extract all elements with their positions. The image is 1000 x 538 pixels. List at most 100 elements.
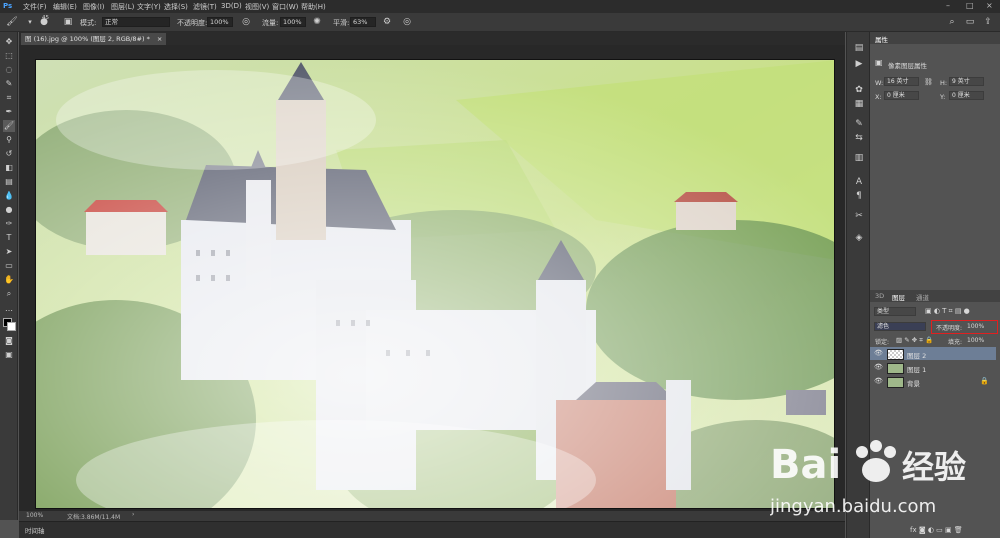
menu-3d[interactable]: 3D(D) <box>221 2 242 10</box>
blend-mode-select[interactable]: 滤色 <box>874 322 926 331</box>
document-tab[interactable]: 图 (16).jpg @ 100% (图层 2, RGB/8#) * × <box>21 33 167 45</box>
stamp-tool-icon[interactable]: ⚲ <box>3 134 15 146</box>
visibility-eye-icon[interactable]: 👁 <box>874 377 883 385</box>
smoothing-input[interactable]: 63% <box>350 17 376 27</box>
share-icon[interactable]: ⇪ <box>982 16 994 28</box>
zoom-tool-icon[interactable]: ⌕ <box>3 288 15 300</box>
tools-preset-icon[interactable]: ✂ <box>853 210 865 222</box>
crop-tool-icon[interactable]: ⌗ <box>3 92 15 104</box>
close-button[interactable]: × <box>986 1 993 10</box>
status-arrow-icon[interactable]: › <box>132 511 134 518</box>
play-icon[interactable]: ▶ <box>853 58 865 70</box>
layer-filter-select[interactable]: 类型 <box>874 307 916 316</box>
path-select-tool-icon[interactable]: ➤ <box>3 246 15 258</box>
menu-file[interactable]: 文件(F) <box>23 2 47 12</box>
history-icon[interactable]: ▤ <box>853 42 865 54</box>
gradient-tool-icon[interactable]: ▤ <box>3 176 15 188</box>
visibility-eye-icon[interactable]: 👁 <box>874 349 883 357</box>
more-tools-icon[interactable]: … <box>3 303 15 315</box>
color-icon[interactable]: ✿ <box>853 84 865 96</box>
filter-icons[interactable]: ▣ ◐ T ⌗ ▤ ● <box>925 307 970 316</box>
search-icon[interactable]: ⌕ <box>946 16 958 28</box>
menu-help[interactable]: 帮助(H) <box>301 2 326 12</box>
background-color-swatch[interactable] <box>7 322 16 331</box>
menu-window[interactable]: 窗口(W) <box>272 2 298 12</box>
x-input[interactable]: 0 厘米 <box>884 91 919 100</box>
fill-value[interactable]: 100% <box>967 337 984 344</box>
lock-label: 锁定: <box>875 339 890 346</box>
styles-icon[interactable]: ▥ <box>853 152 865 164</box>
marquee-tool-icon[interactable]: ⬚ <box>3 50 15 62</box>
flow-input[interactable]: 100% <box>280 17 306 27</box>
brush-tool-icon[interactable]: 🖌 <box>6 16 18 28</box>
menu-type[interactable]: 文字(Y) <box>137 2 161 12</box>
timeline-tab[interactable]: 时间轴 <box>25 525 45 535</box>
quick-select-tool-icon[interactable]: ✎ <box>3 78 15 90</box>
blur-tool-icon[interactable]: 💧 <box>3 190 15 202</box>
mode-label: 模式: <box>80 19 97 27</box>
tools-panel: ✥ ⬚ ◌ ✎ ⌗ ✒ 🖌 ⚲ ↺ ◧ ▤ 💧 ● ✑ T ➤ ▭ ✋ ⌕ … … <box>0 32 18 520</box>
menu-select[interactable]: 选择(S) <box>164 2 188 12</box>
document-tab-title: 图 (16).jpg @ 100% (图层 2, RGB/8#) * <box>25 35 150 43</box>
layer-row-1[interactable]: 👁 图层 1 <box>870 361 996 374</box>
pressure-size-icon[interactable]: ◎ <box>401 16 413 28</box>
lock-icons[interactable]: ▨ ✎ ✥ ⌗ 🔒 <box>896 336 933 345</box>
canvas-image[interactable] <box>35 59 835 509</box>
opacity-input[interactable]: 100% <box>207 17 233 27</box>
lasso-tool-icon[interactable]: ◌ <box>3 64 15 76</box>
hand-tool-icon[interactable]: ✋ <box>3 274 15 286</box>
layer-thumbnail <box>887 349 904 360</box>
brush-tool-icon[interactable]: 🖌 <box>3 120 15 132</box>
workspace-icon[interactable]: ▭ <box>964 16 976 28</box>
menu-image[interactable]: 图像(I) <box>83 2 105 12</box>
tab-3d[interactable]: 3D <box>875 292 884 300</box>
character-icon[interactable]: A <box>853 176 865 188</box>
menu-bar: Ps 文件(F) 编辑(E) 图像(I) 图层(L) 文字(Y) 选择(S) 滤… <box>0 0 1000 13</box>
pen-tool-icon[interactable]: ✑ <box>3 218 15 230</box>
close-tab-icon[interactable]: × <box>157 35 162 43</box>
menu-layer[interactable]: 图层(L) <box>111 2 134 12</box>
3d-icon[interactable]: ◈ <box>853 232 865 244</box>
watermark-brand: Bai <box>770 442 841 488</box>
menu-edit[interactable]: 编辑(E) <box>53 2 77 12</box>
zoom-level[interactable]: 100% <box>26 512 43 519</box>
brush-panel-icon[interactable]: ▣ <box>62 16 74 28</box>
link-icon[interactable]: ⛓ <box>924 78 933 86</box>
adjustments-icon[interactable]: ⇆ <box>853 132 865 144</box>
maximize-button[interactable]: □ <box>966 1 974 10</box>
minimize-button[interactable]: – <box>946 1 950 10</box>
shape-tool-icon[interactable]: ▭ <box>3 260 15 272</box>
tab-channels[interactable]: 通道 <box>916 292 929 302</box>
y-label: Y: <box>940 93 946 101</box>
gear-icon[interactable]: ⚙ <box>381 16 393 28</box>
pressure-opacity-icon[interactable]: ◎ <box>240 16 252 28</box>
eraser-tool-icon[interactable]: ◧ <box>3 162 15 174</box>
chevron-down-icon[interactable]: ▾ <box>24 16 36 28</box>
height-input[interactable]: 9 英寸 <box>949 77 984 86</box>
opacity-highlight-box <box>931 320 998 334</box>
properties-tab[interactable]: 属性 <box>875 34 888 44</box>
airbrush-icon[interactable]: ✺ <box>311 16 323 28</box>
history-brush-icon[interactable]: ↺ <box>3 148 15 160</box>
menu-filter[interactable]: 滤镜(T) <box>193 2 217 12</box>
tab-layers[interactable]: 图层 <box>892 292 905 302</box>
move-tool-icon[interactable]: ✥ <box>3 36 15 48</box>
width-input[interactable]: 16 英寸 <box>884 77 919 86</box>
dodge-tool-icon[interactable]: ● <box>3 204 15 216</box>
status-bar: 100% 文档:3.86M/11.4M › <box>19 511 845 521</box>
app-logo[interactable]: Ps <box>3 2 12 10</box>
visibility-eye-icon[interactable]: 👁 <box>874 363 883 371</box>
mode-select[interactable]: 正常 <box>102 17 170 27</box>
swatches-icon[interactable]: ▦ <box>853 98 865 110</box>
quick-mask-icon[interactable]: ◙ <box>3 335 15 347</box>
eyedropper-tool-icon[interactable]: ✒ <box>3 106 15 118</box>
paragraph-icon[interactable]: ¶ <box>853 190 865 202</box>
menu-view[interactable]: 视图(V) <box>245 2 269 12</box>
brush-settings-icon[interactable]: ✎ <box>853 118 865 130</box>
layer-row-2[interactable]: 👁 图层 2 <box>870 347 996 360</box>
layer-row-background[interactable]: 👁 背景 🔒 <box>870 375 996 388</box>
lock-icon: 🔒 <box>980 377 989 385</box>
screen-mode-icon[interactable]: ▣ <box>3 349 15 361</box>
y-input[interactable]: 0 厘米 <box>949 91 984 100</box>
type-tool-icon[interactable]: T <box>3 232 15 244</box>
